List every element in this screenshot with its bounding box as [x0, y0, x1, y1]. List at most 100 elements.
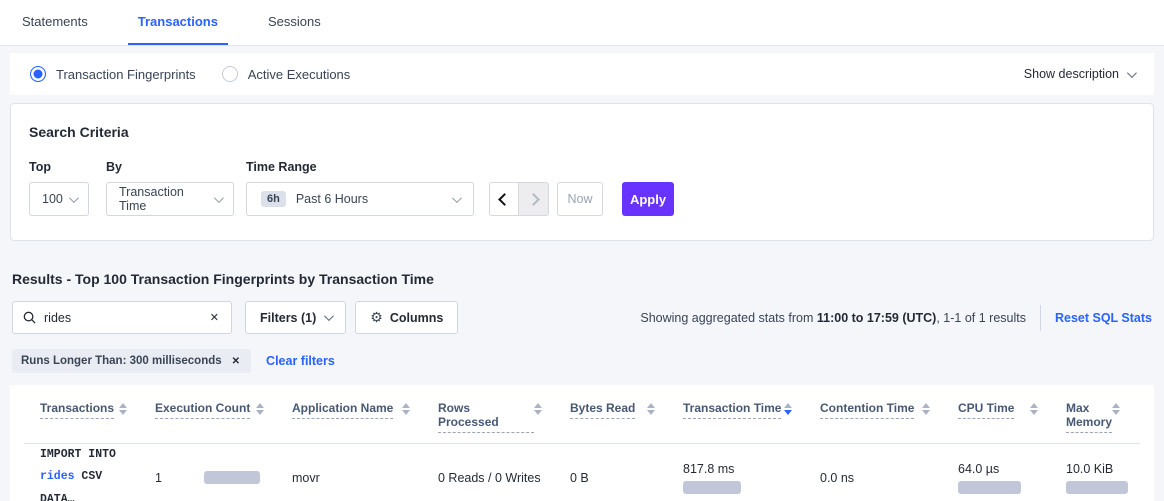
count-bar	[204, 471, 260, 484]
tab-sessions[interactable]: Sessions	[258, 14, 331, 45]
tab-transactions[interactable]: Transactions	[128, 14, 228, 45]
show-description-toggle[interactable]: Show description	[1024, 67, 1134, 81]
time-range-value: Past 6 Hours	[296, 192, 368, 206]
results-heading: Results - Top 100 Transaction Fingerprin…	[12, 271, 1152, 287]
tab-statements[interactable]: Statements	[12, 14, 98, 45]
radio-transaction-fingerprints[interactable]: Transaction Fingerprints	[30, 66, 196, 82]
view-radio-group: Transaction Fingerprints Active Executio…	[30, 66, 376, 82]
column-header-label[interactable]: Bytes Read	[570, 401, 635, 419]
reset-sql-stats-link[interactable]: Reset SQL Stats	[1055, 311, 1152, 325]
filter-pill-label: Runs Longer Than: 300 milliseconds	[21, 355, 222, 367]
top-field: Top 100	[29, 160, 106, 216]
by-label: By	[106, 160, 246, 174]
by-select[interactable]: Transaction Time	[106, 182, 234, 216]
filters-button[interactable]: Filters (1)	[245, 301, 346, 334]
column-header-label[interactable]: Execution Count	[155, 401, 250, 419]
text-cell: 0 B	[570, 471, 683, 485]
column-header: Transactions	[40, 401, 155, 433]
search-input[interactable]	[44, 311, 208, 325]
search-criteria-fields: Top 100 By Transaction Time Time Range 6…	[29, 160, 1135, 216]
column-header: Rows Processed	[438, 401, 570, 433]
chevron-down-icon	[1127, 68, 1137, 78]
table-body: IMPORT INTOrides CSV DATA…1movr0 Reads /…	[10, 444, 1154, 501]
search-box[interactable]: ✕	[12, 301, 232, 334]
radio-unselected-icon[interactable]	[222, 66, 238, 82]
next-time-button[interactable]	[519, 182, 549, 216]
search-criteria-card: Search Criteria Top 100 By Transaction T…	[10, 103, 1154, 241]
cell-value: 817.8 ms	[683, 462, 800, 476]
column-header-label[interactable]: Contention Time	[820, 401, 914, 419]
sort-icon[interactable]	[402, 403, 410, 415]
metric-cell: 10.0 KiB	[1066, 462, 1148, 494]
top-select[interactable]: 100	[29, 182, 89, 216]
time-range-label: Time Range	[246, 160, 489, 174]
column-header: Max Memory	[1066, 401, 1148, 433]
remove-filter-icon[interactable]: ✕	[230, 356, 242, 367]
radio-label: Transaction Fingerprints	[56, 67, 196, 82]
chevron-left-icon	[498, 193, 511, 206]
column-header: Application Name	[292, 401, 438, 433]
search-icon	[23, 311, 36, 324]
text-cell: 0.0 ns	[820, 471, 958, 485]
metric-cell: 817.8 ms	[683, 462, 820, 494]
cell-value: 10.0 KiB	[1066, 462, 1128, 476]
sort-icon[interactable]	[256, 403, 264, 415]
sort-icon[interactable]	[647, 403, 655, 415]
gear-icon: ⚙	[370, 309, 383, 326]
transaction-fingerprint-link[interactable]: IMPORT INTOrides CSV DATA…	[40, 444, 155, 501]
sort-icon[interactable]	[534, 403, 542, 415]
filter-pill[interactable]: Runs Longer Than: 300 milliseconds ✕	[12, 349, 251, 373]
sort-icon[interactable]	[784, 403, 792, 415]
column-header: Bytes Read	[570, 401, 683, 433]
column-header-label[interactable]: Rows Processed	[438, 401, 534, 433]
sort-icon[interactable]	[1030, 403, 1038, 415]
text-cell: movr	[292, 471, 438, 485]
radio-active-executions[interactable]: Active Executions	[222, 66, 351, 82]
apply-button[interactable]: Apply	[622, 182, 674, 216]
execution-count-cell: 1	[155, 471, 292, 485]
chevron-down-icon	[452, 193, 462, 203]
table-row: IMPORT INTOrides CSV DATA…1movr0 Reads /…	[24, 444, 1140, 501]
sort-icon[interactable]	[1112, 403, 1120, 415]
time-range-field: Time Range 6h Past 6 Hours	[246, 160, 489, 216]
radio-selected-icon[interactable]	[30, 66, 46, 82]
chevron-right-icon	[527, 193, 540, 206]
text-cell: 0 Reads / 0 Writes	[438, 471, 570, 485]
clear-search-icon[interactable]: ✕	[208, 311, 221, 324]
time-nav-group	[489, 182, 549, 216]
column-header-label[interactable]: Transaction Time	[683, 401, 781, 419]
column-header-label[interactable]: Transactions	[40, 401, 114, 419]
page-tabs: Statements Transactions Sessions	[0, 0, 1164, 46]
stats-range: 11:00 to 17:59 (UTC)	[817, 311, 936, 325]
by-field: By Transaction Time	[106, 160, 246, 216]
columns-label: Columns	[390, 311, 443, 325]
column-header-label[interactable]: CPU Time	[958, 401, 1014, 419]
top-label: Top	[29, 160, 106, 174]
metric-bar	[683, 481, 741, 494]
now-button[interactable]: Now	[557, 182, 603, 216]
metric-bar	[1066, 481, 1128, 494]
divider	[1040, 305, 1041, 331]
sort-icon[interactable]	[119, 403, 127, 415]
results-controls: ✕ Filters (1) ⚙ Columns Showing aggregat…	[12, 301, 1152, 334]
by-value: Transaction Time	[119, 185, 214, 213]
stats-text: Showing aggregated stats from 11:00 to 1…	[640, 311, 1026, 325]
column-header: Execution Count	[155, 401, 292, 433]
column-header-label[interactable]: Application Name	[292, 401, 393, 419]
chevron-down-icon	[214, 193, 224, 203]
columns-button[interactable]: ⚙ Columns	[355, 301, 458, 334]
time-range-select[interactable]: 6h Past 6 Hours	[246, 182, 474, 216]
chevron-down-icon	[69, 193, 79, 203]
stats-area: Showing aggregated stats from 11:00 to 1…	[640, 305, 1152, 331]
radio-label: Active Executions	[248, 67, 351, 82]
time-range-badge: 6h	[261, 191, 286, 207]
show-description-label: Show description	[1024, 67, 1119, 81]
column-header: Transaction Time	[683, 401, 820, 433]
sort-icon[interactable]	[922, 403, 930, 415]
clear-filters-link[interactable]: Clear filters	[266, 354, 335, 368]
filters-label: Filters (1)	[260, 311, 316, 325]
column-header-label[interactable]: Max Memory	[1066, 401, 1112, 433]
previous-time-button[interactable]	[489, 182, 519, 216]
active-filters-row: Runs Longer Than: 300 milliseconds ✕ Cle…	[12, 349, 1152, 373]
table-header-row: Transactions Execution Count Application N…	[24, 385, 1140, 444]
